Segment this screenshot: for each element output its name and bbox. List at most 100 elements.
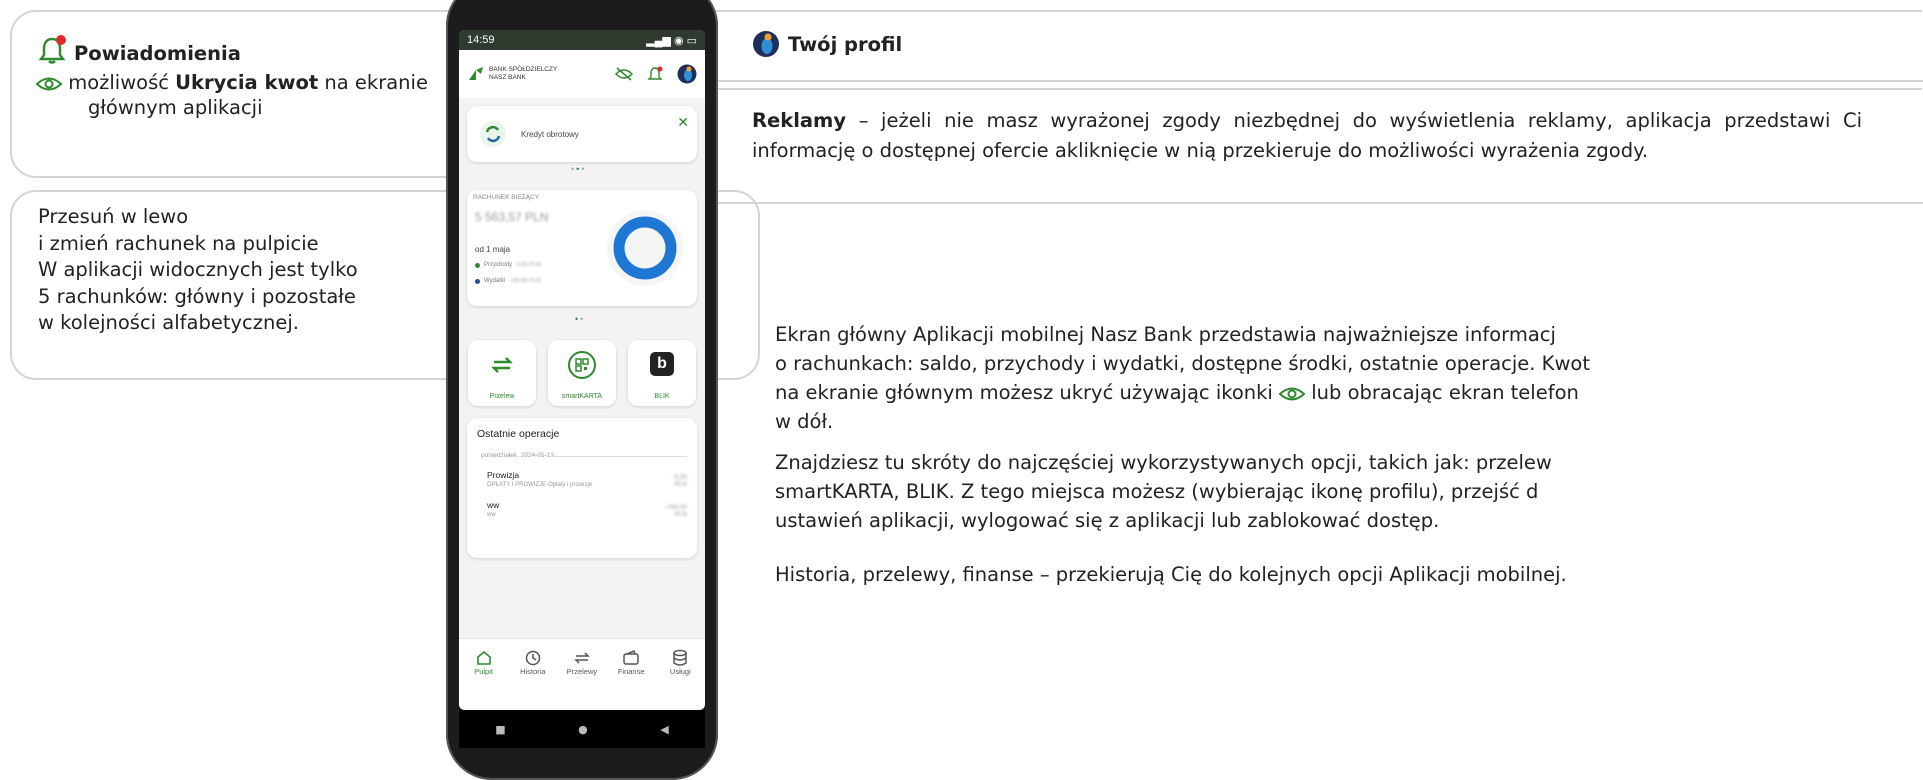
op1-title[interactable]: Prowizja [487, 470, 519, 480]
desc-p1-line3-post: lub obracając ekran telefon [1305, 381, 1579, 404]
nav-uslugi[interactable]: Usługi [658, 649, 702, 710]
income-row: Przychody 0,00 PLN [475, 262, 541, 268]
desc-p3-line1: Historia, przelewy, finanse – przekieruj… [775, 563, 1567, 586]
account-label: RACHUNEK BIEŻĄCY [473, 194, 540, 201]
desc-p1-line2: o rachunkach: saldo, przychody i wydatki… [775, 352, 1590, 375]
smartkarta-tile[interactable]: smartKARTA [548, 340, 616, 406]
description-p3: Historia, przelewy, finanse – przekieruj… [775, 560, 1923, 589]
header-icons [615, 64, 697, 84]
phone-mockup: 14:59 ▂▄▆ ◉ ▭ BANK SPÓŁDZIELCZY NASZ BAN… [446, 0, 718, 780]
history-icon [525, 650, 541, 666]
close-promo-icon[interactable]: ✕ [677, 114, 689, 131]
period-label: od 1 maja [475, 245, 511, 254]
hide-amounts-post: na ekranie [318, 71, 428, 94]
income-amount: 0,00 PLN [516, 262, 542, 268]
recent-date: poniedziałek, 2024-05-13 [481, 452, 554, 459]
accounts-line-2: i zmień rachunek na pulpicie [38, 231, 319, 255]
blik-tile[interactable]: b BLIK [628, 340, 696, 406]
accounts-line-1: Przesuń w lewo [38, 205, 189, 228]
description-p1: Ekran główny Aplikacji mobilnej Nasz Ban… [775, 320, 1923, 436]
op1-subtitle: OPŁATY I PROWIZJE-Opłaty i prowizje [487, 482, 593, 488]
expense-label: Wydatki [484, 278, 506, 284]
accounts-line-4: 5 rachunków: główny i pozostałe [38, 284, 356, 308]
nav-przelewy-label: Przelewy [566, 667, 598, 676]
nav-historia-label: Historia [520, 667, 546, 676]
eye-icon [1279, 387, 1306, 401]
op2-amount: -700,00 PLN [664, 504, 687, 518]
bank-name-line2: NASZ BANK [489, 74, 526, 81]
back-icon[interactable]: ◀ [660, 723, 668, 736]
bank-logo-icon [469, 67, 483, 80]
transfers-icon [574, 652, 590, 664]
account-balance: 5 563,57 PLN [475, 210, 549, 224]
refresh-credit-icon [480, 121, 506, 147]
promo-pager-dots: ••• [571, 164, 587, 174]
accounts-callout: Przesuń w lewo i zmień rachunek na pulpi… [38, 204, 358, 337]
hide-amounts-icon[interactable] [615, 67, 633, 81]
profile-icon [753, 31, 779, 57]
income-label: Przychody [484, 262, 513, 268]
accounts-line-3: W aplikacji widocznych jest tylko [38, 258, 358, 281]
desc-p1-line3: na ekranie głównym możesz ukryć używając… [775, 378, 1923, 407]
promo-card[interactable]: Kredyt obrotowy ✕ [467, 106, 697, 162]
recent-operations-card: Ostatnie operacje poniedziałek, 2024-05-… [467, 418, 697, 558]
nav-finanse-label: Finanse [617, 667, 645, 676]
desc-p2-line2: smartKARTA, BLIK. Z tego miejsca możesz … [775, 480, 1539, 503]
notifications-title: Powiadomienia [74, 42, 241, 65]
op1-amount: -5,00 PLN [672, 474, 687, 488]
android-system-bar: ■ ● ◀ [459, 710, 705, 748]
description-p2: Znajdziesz tu skróty do najczęściej wyko… [775, 448, 1923, 535]
account-pager-dots: •• [575, 314, 586, 324]
recents-icon[interactable]: ■ [495, 723, 505, 736]
transfer-icon [491, 357, 513, 373]
promo-label: Kredyt obrotowy [521, 130, 579, 139]
desc-p2-line3: ustawień aplikacji, wylogować się z apli… [775, 509, 1440, 532]
op2-title[interactable]: ww [487, 500, 499, 510]
nav-pulpit[interactable]: Pulpit [462, 649, 506, 710]
smartkarta-label: smartKARTA [561, 393, 603, 400]
profile-title: Twój profil [788, 32, 903, 56]
desc-p2-line1: Znajdziesz tu skróty do najczęściej wyko… [775, 451, 1552, 474]
blik-label: BLIK [654, 393, 670, 400]
accounts-line-5: w kolejności alfabetycznej. [38, 311, 299, 334]
balance-donut-chart [607, 210, 683, 286]
transfer-tile[interactable]: Przelew [468, 340, 536, 406]
desc-p1-line1: Ekran główny Aplikacji mobilnej Nasz Ban… [775, 323, 1556, 346]
nav-uslugi-label: Usługi [669, 667, 691, 676]
date-divider [551, 456, 687, 457]
home-button-icon[interactable]: ● [578, 723, 588, 736]
bank-name-line1: BANK SPÓŁDZIELCZY [489, 66, 558, 73]
bank-name: BANK SPÓŁDZIELCZY NASZ BANK [489, 66, 557, 82]
database-icon [673, 649, 688, 666]
nav-przelewy[interactable]: Przelewy [560, 649, 604, 710]
home-icon [476, 650, 491, 665]
desc-p1-line4: w dół. [775, 410, 834, 433]
qr-icon [568, 351, 596, 379]
eye-icon [36, 77, 62, 91]
hide-amounts-pre: możliwość [68, 71, 176, 94]
op2-subtitle: ww [487, 512, 496, 518]
expense-row: Wydatki 789,46 PLN [475, 278, 541, 284]
ads-callout-text: Reklamy – jeżeli nie masz wyrażonej zgod… [752, 106, 1862, 166]
app-header: BANK SPÓŁDZIELCZY NASZ BANK [459, 50, 705, 98]
status-time: 14:59 [467, 34, 495, 46]
app-screen: 14:59 ▂▄▆ ◉ ▭ BANK SPÓŁDZIELCZY NASZ BAN… [459, 30, 705, 710]
recent-title: Ostatnie operacje [477, 428, 560, 440]
ads-text: – jeżeli nie masz wyrażonej zgody niezbę… [752, 109, 1862, 162]
wallet-icon [623, 649, 639, 665]
bell-icon [38, 35, 66, 64]
blik-icon: b [650, 352, 674, 376]
notifications-icon[interactable] [647, 66, 663, 82]
status-bar: 14:59 ▂▄▆ ◉ ▭ [459, 30, 705, 50]
bottom-nav: Pulpit Historia Przelewy Finanse Usługi [459, 638, 705, 710]
hide-amounts-line2: głównym aplikacji [88, 96, 263, 119]
status-icons: ▂▄▆ ◉ ▭ [646, 34, 697, 47]
ads-bold: Reklamy [752, 109, 847, 132]
desc-p1-line3-pre: na ekranie głównym możesz ukryć używając… [775, 381, 1280, 404]
nav-historia[interactable]: Historia [511, 649, 555, 710]
profile-icon[interactable] [677, 64, 697, 84]
nav-finanse[interactable]: Finanse [609, 649, 653, 710]
nav-pulpit-label: Pulpit [474, 667, 493, 676]
transfer-label: Przelew [489, 393, 515, 400]
account-card[interactable]: RACHUNEK BIEŻĄCY 5 563,57 PLN od 1 maja … [467, 190, 697, 306]
